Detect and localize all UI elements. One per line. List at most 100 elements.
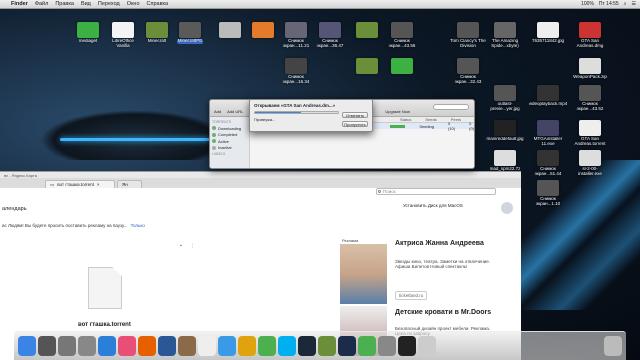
clock[interactable]: Пт 14:55 [599,1,619,7]
calendar-icon[interactable] [198,336,216,356]
desktop-icon[interactable]: sl-2-00-installer.exe [572,150,608,177]
ad-title-1[interactable]: Актриса Жанна Андреева [395,240,505,248]
desktop-icon[interactable]: Снимок экран...36.47 [312,22,348,49]
desktop-icon[interactable]: Tom Clancy's The Division [450,22,486,49]
desktop-icon[interactable]: mad_spm22.7z [487,150,523,172]
desktop-icon[interactable]: mediaget [70,22,106,44]
desktop-icon[interactable] [245,22,281,39]
sidebar-item-downloading[interactable]: Downloading [212,126,247,131]
desktop-icon[interactable]: GTA San Andreas.dmg [572,22,608,49]
cancel-button[interactable]: Отменить [342,112,368,118]
desktop-icon[interactable]: videoplayback.mp4 [529,85,567,107]
desktop-icon[interactable]: Снимок экран...32.43 [450,58,486,85]
preview-icon[interactable] [358,336,376,356]
menu-app-name[interactable]: Finder [11,1,28,7]
menu-view[interactable]: Вид [81,1,91,7]
tab-active[interactable]: ▭ вот гташка.torrent × [45,180,115,188]
close-tab-icon[interactable]: × [97,182,100,187]
desktop-icon[interactable]: LibreOffice Vanilla [105,22,141,49]
notification-center-icon[interactable]: ☰ [632,1,636,7]
desktop-icon[interactable]: Снимок экран...51.44 [530,150,566,177]
tab-other[interactable]: Ян [117,180,142,188]
install-disk-link[interactable]: Установить Диск для MacOS [400,203,463,208]
mission-control-icon[interactable] [58,336,76,356]
steam-icon[interactable] [298,336,316,356]
menu-file[interactable]: Файл [35,1,49,7]
chrome-icon[interactable] [238,336,256,356]
finder-icon[interactable] [18,336,36,356]
sidebar-header-labels: LABELS [212,151,226,156]
battery-status[interactable]: 100% [581,1,594,7]
upgrade-button[interactable]: Upgrade Now [385,109,409,114]
desktop-icon-label: Снимок экран...11.21 [282,39,310,48]
page-favicon-icon: ▭ [50,181,55,187]
utilities-icon[interactable] [418,336,436,356]
search-input[interactable]: Поиск [376,188,496,195]
launchpad-icon[interactable] [38,336,56,356]
desktop-icon[interactable]: 7635711842.jpg [530,22,566,44]
spotlight-icon[interactable]: ⌕ [624,1,627,7]
ad-title-2[interactable]: Детские кровати в Mr.Doors [395,309,505,317]
ad-photo-actress[interactable] [340,244,387,304]
desktop-icon[interactable] [212,22,248,39]
desktop-icon[interactable]: Minecraft [139,22,175,44]
utorrent-icon[interactable] [258,336,276,356]
menu-window[interactable]: Окно [127,1,140,7]
skype-icon[interactable] [278,336,296,356]
file-controls: ▪ ⋮ [180,243,195,249]
contacts-icon[interactable] [178,336,196,356]
sidebar-item-completed[interactable]: Completed [212,132,247,137]
desktop-icon[interactable]: GTA San Andreas.torrent [572,120,608,147]
file-thumbnail-icon [494,120,516,136]
desktop-icon[interactable]: Снимок экран...1.10 [530,180,566,207]
desktop-icon[interactable] [349,58,385,75]
sidebar-item-inactive[interactable]: Inactive [212,145,247,150]
add-url-button[interactable]: Add URL [227,109,243,114]
menu-help[interactable]: Справка [147,1,169,7]
page-breadcrumb[interactable]: алендарь [2,206,27,212]
desktop-icon[interactable]: Снимок экран...43.52 [572,85,608,112]
trash-icon[interactable] [604,336,622,356]
comment-icon[interactable]: ▪ [180,243,182,249]
more-icon[interactable]: ⋮ [190,243,195,249]
word-icon[interactable] [158,336,176,356]
disk-image-dialog: Открываем «GTA San Andreas.dm...» Провер… [249,99,373,132]
avatar[interactable] [501,202,513,214]
torrent-seeds: 0 (10) [448,121,456,131]
skip-button[interactable]: Пропустить [342,121,368,127]
desktop-icon[interactable]: Снимок экран...16.34 [278,58,314,85]
safari-icon[interactable] [218,336,236,356]
photoshop-icon[interactable] [338,336,356,356]
settings-icon[interactable] [378,336,396,356]
menu-go[interactable]: Переход [98,1,120,7]
trash-mini-icon[interactable] [78,336,96,356]
file-icon[interactable] [88,267,122,309]
desktop-icon[interactable]: WeaponPack.zip [572,58,608,80]
ad-body-1: Звезды кино, театра. Заметки на отвлечен… [395,259,491,270]
desktop-icon[interactable]: MinecraftPE [172,22,208,44]
menu-edit[interactable]: Правка [55,1,74,7]
sidebar-item-active[interactable]: Active [212,139,247,144]
desktop-icon[interactable]: outlast-previe...yer.jpg [487,85,523,112]
desktop-icon[interactable]: The Amazing Spide...xbyte) [487,22,523,49]
desktop-icon[interactable]: Снимок экран...11.21 [278,22,314,49]
terminal-icon[interactable] [398,336,416,356]
column-seeds[interactable]: Seeds [425,117,436,122]
notice-close-link[interactable]: Только [131,223,145,228]
column-status[interactable]: Status [400,117,411,122]
desktop-icon[interactable] [349,22,385,39]
desktop-icon[interactable]: mainreddefault.jpg [486,120,524,142]
music-icon[interactable] [118,336,136,356]
utorrent-search-input[interactable] [433,104,469,110]
ad-tag: Реклама [342,238,359,243]
desktop-icon[interactable]: MTGAinstaller 11.exe [530,120,566,147]
firefox-icon[interactable] [138,336,156,356]
file-thumbnail-icon [537,22,559,38]
ad-site-link[interactable]: ticketland.ru [395,291,428,300]
add-torrent-button[interactable]: Add [214,109,221,114]
app-store-icon[interactable] [98,336,116,356]
desktop-icon[interactable] [384,58,420,75]
desktop-icon[interactable]: Снимок экран...43.55 [384,22,420,49]
minecraft-icon[interactable] [318,336,336,356]
file-thumbnail-icon [285,22,307,38]
